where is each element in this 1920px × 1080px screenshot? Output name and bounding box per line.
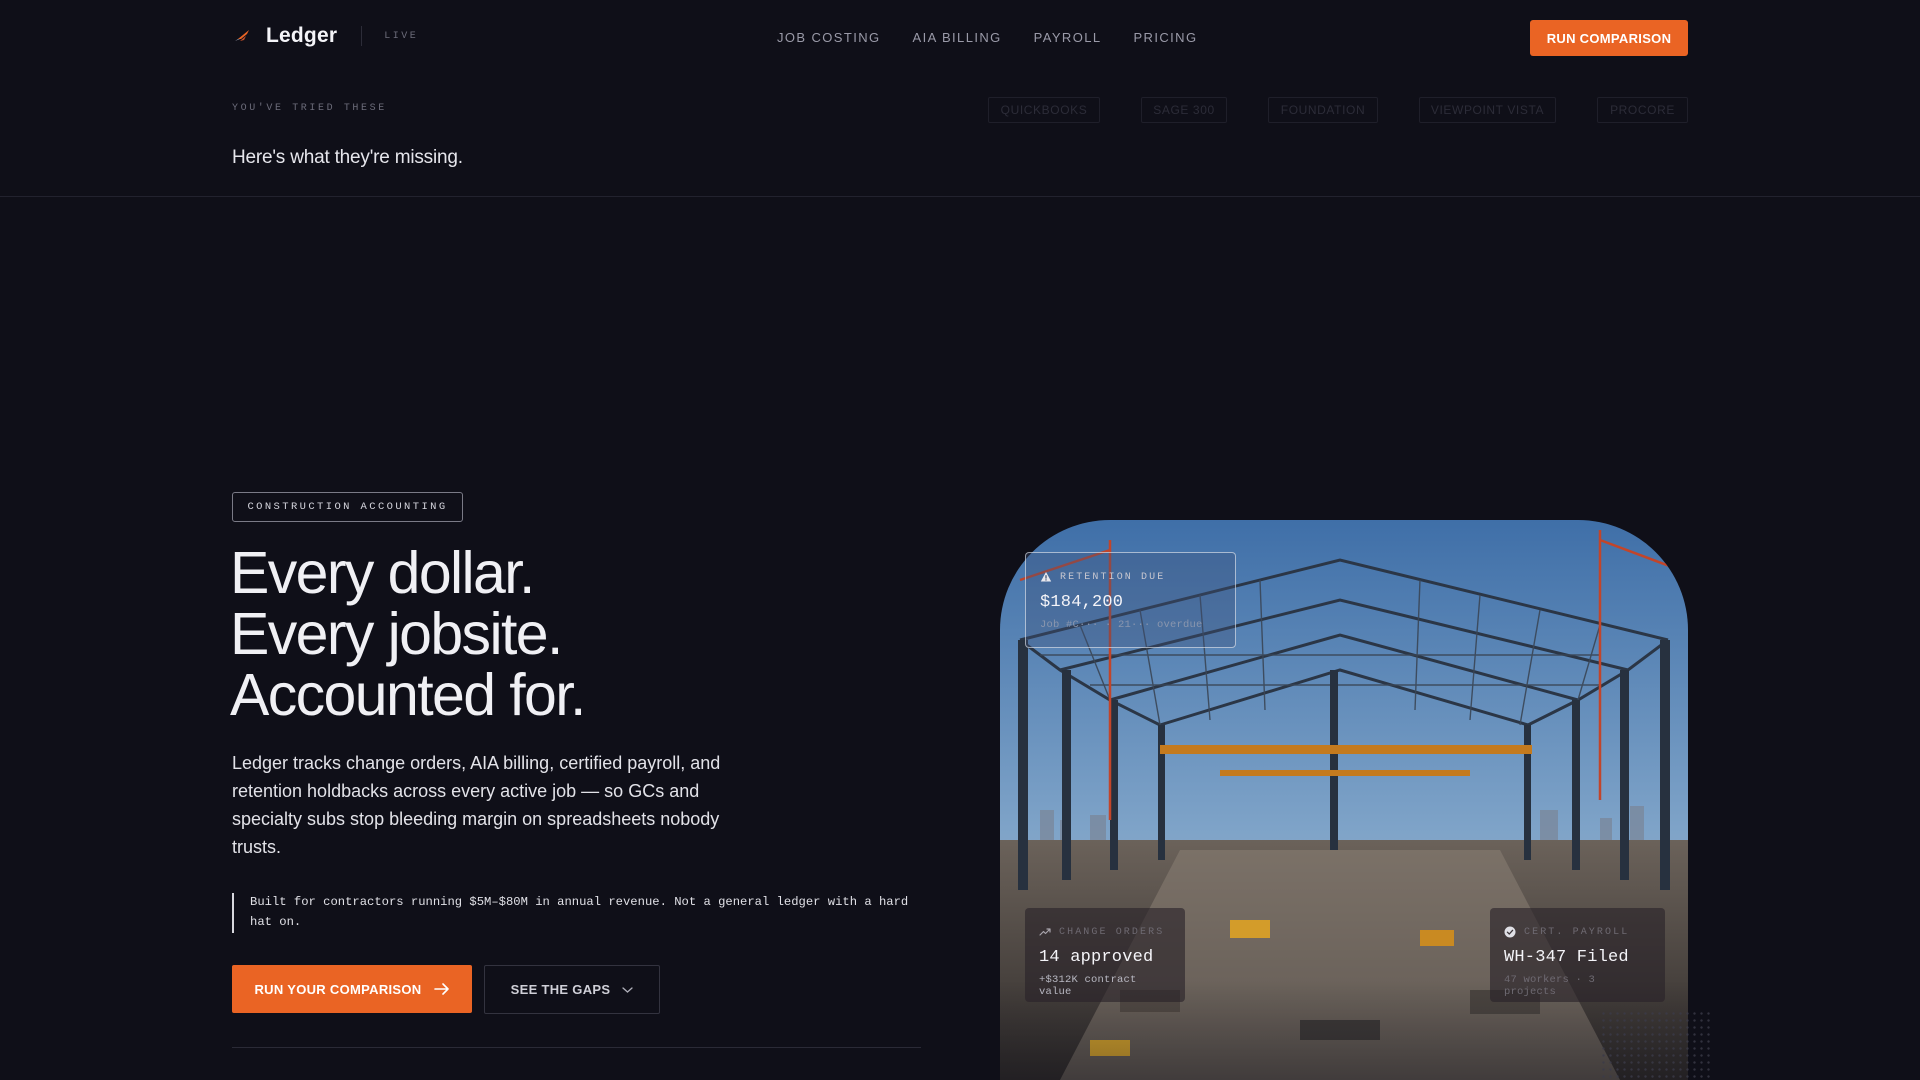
dot-grid-decoration	[1600, 1010, 1710, 1080]
nav-link-payroll[interactable]: PAYROLL	[1034, 30, 1102, 45]
brand[interactable]: Ledger LIVE	[232, 24, 418, 48]
tried-eyebrow: YOU'VE TRIED THESE	[232, 103, 387, 114]
retention-card-header: RETENTION DUE	[1040, 571, 1221, 583]
retention-card-label: RETENTION DUE	[1060, 571, 1166, 583]
arrow-right-icon	[433, 983, 449, 995]
run-your-comparison-button[interactable]: RUN YOUR COMPARISON	[232, 965, 472, 1013]
live-badge: LIVE	[384, 30, 419, 42]
change-orders-card: CHANGE ORDERS 14 approved +$312K contrac…	[1025, 908, 1185, 1002]
change-orders-meta: +$312K contract value	[1039, 974, 1137, 998]
check-circle-icon	[1504, 926, 1516, 938]
main-nav: JOB COSTING AIA BILLING PAYROLL PRICING	[777, 30, 1197, 45]
section-divider	[0, 196, 1920, 197]
change-orders-count: 14 approved	[1039, 948, 1154, 967]
hero-category-tag: CONSTRUCTION ACCOUNTING	[232, 492, 463, 522]
chevron-down-icon	[622, 986, 633, 993]
competitor-chip-procore: PROCORE	[1597, 97, 1688, 123]
trend-up-icon	[1039, 928, 1051, 936]
brand-divider	[361, 26, 363, 46]
secondary-cta-label: SEE THE GAPS	[510, 982, 611, 997]
headline-line-3: Accounted for.	[230, 662, 586, 728]
hero-headline: Every dollar. Every jobsite. Accounted f…	[230, 543, 950, 726]
primary-cta-label: RUN YOUR COMPARISON	[254, 981, 422, 997]
nav-link-aia-billing[interactable]: AIA BILLING	[913, 30, 1002, 45]
nav-link-job-costing[interactable]: JOB COSTING	[777, 30, 881, 45]
retention-amount: $184,200	[1040, 593, 1124, 612]
payroll-meta: 47 workers · 3 projects	[1504, 974, 1596, 998]
top-navigation: Ledger LIVE JOB COSTING AIA BILLING PAYR…	[0, 0, 1920, 76]
retention-due-card: RETENTION DUE $184,200 Job #C··· · 21···…	[1025, 552, 1236, 648]
headline-line-2: Every jobsite.	[230, 601, 563, 667]
certified-payroll-card: CERT. PAYROLL WH-347 Filed 47 workers · …	[1490, 908, 1665, 1002]
competitor-chip-viewpoint-vista: VIEWPOINT VISTA	[1419, 97, 1556, 123]
headline-line-1: Every dollar.	[230, 540, 535, 606]
run-comparison-button[interactable]: RUN COMPARISON	[1530, 20, 1688, 56]
warning-triangle-icon	[1040, 572, 1052, 582]
tried-subhead: Here's what they're missing.	[232, 147, 463, 168]
payroll-card-header: CERT. PAYROLL	[1504, 926, 1651, 938]
payroll-card-label: CERT. PAYROLL	[1524, 926, 1630, 938]
competitor-chip-foundation: FOUNDATION	[1268, 97, 1378, 123]
hero-description: Ledger tracks change orders, AIA billing…	[232, 753, 721, 857]
change-orders-card-header: CHANGE ORDERS	[1039, 926, 1171, 938]
hero-divider	[232, 1047, 921, 1048]
nav-link-pricing[interactable]: PRICING	[1133, 30, 1197, 45]
brand-name: Ledger	[266, 24, 338, 47]
retention-meta: Job #C··· · 21··· overdue	[1040, 619, 1203, 631]
see-the-gaps-button[interactable]: SEE THE GAPS	[484, 965, 660, 1014]
change-orders-card-label: CHANGE ORDERS	[1059, 926, 1165, 938]
competitor-chip-sage-300: SAGE 300	[1141, 97, 1227, 123]
competitor-chip-quickbooks: QUICKBOOKS	[988, 97, 1100, 123]
audience-note: Built for contractors running $5M–$80M i…	[232, 893, 932, 933]
brand-mark-icon	[235, 30, 249, 41]
payroll-status: WH-347 Filed	[1504, 948, 1629, 967]
